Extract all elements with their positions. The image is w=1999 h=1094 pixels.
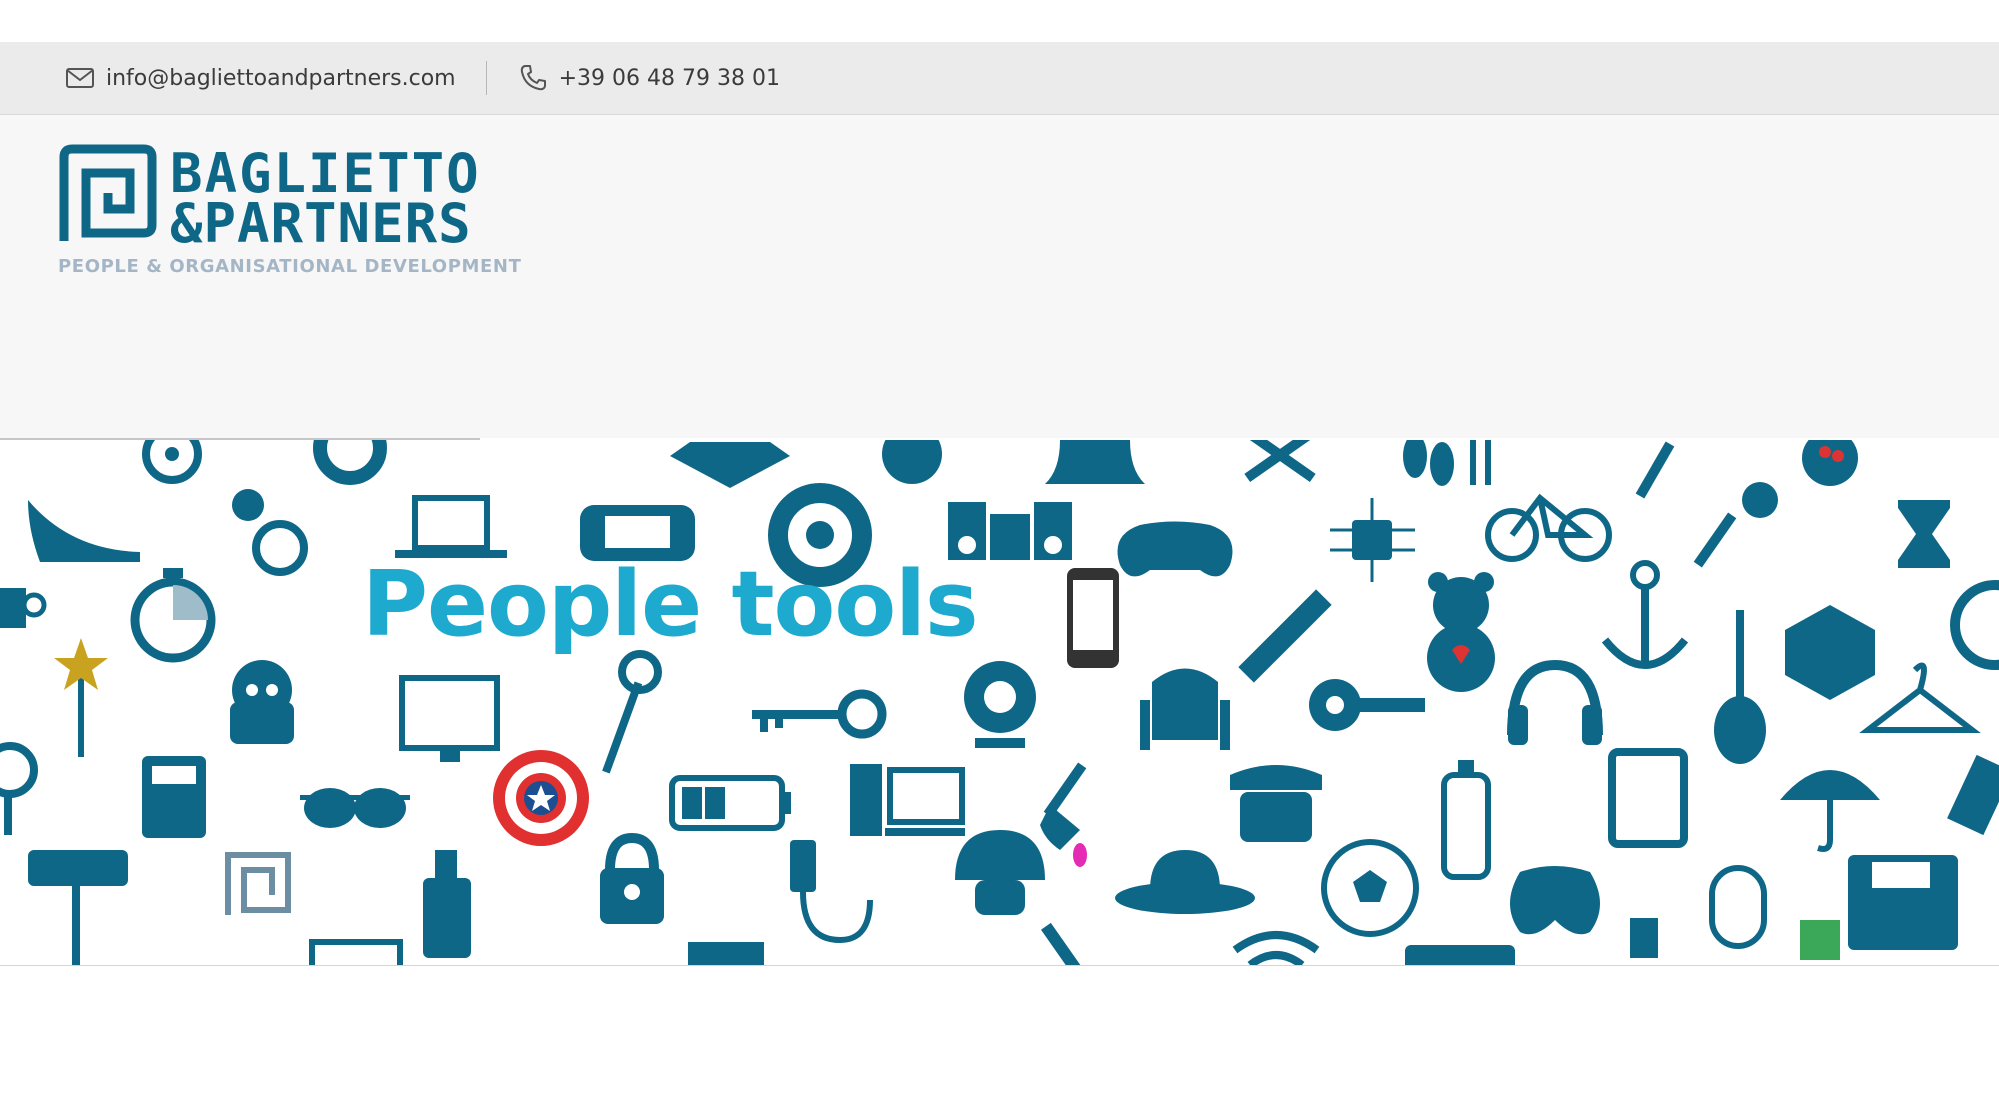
top-contact-bar: info@bagliettoandpartners.com +39 06 48 … xyxy=(0,42,1999,115)
gear-icon xyxy=(313,440,387,485)
bicycle-icon xyxy=(1485,493,1612,562)
hat-icon xyxy=(1115,850,1255,914)
gift-icon xyxy=(688,942,764,965)
phone-icon xyxy=(517,62,549,94)
game-controller-icon xyxy=(1117,521,1233,577)
robot-icon xyxy=(230,660,294,744)
email-link[interactable]: info@bagliettoandpartners.com xyxy=(64,62,456,94)
hourglass-icon xyxy=(1898,500,1950,568)
calculator-icon xyxy=(142,756,206,838)
logo-spiral-icon xyxy=(59,144,157,241)
magic-wand-icon xyxy=(54,638,108,757)
headphones-icon xyxy=(1507,659,1603,745)
phone-text: +39 06 48 79 38 01 xyxy=(558,65,780,91)
diamond-icon xyxy=(670,442,790,488)
key-right-icon xyxy=(1309,679,1425,731)
paint-roller-icon xyxy=(28,850,128,965)
telephone-icon xyxy=(1230,765,1322,842)
mug-icon xyxy=(0,588,47,628)
tablet-icon xyxy=(1608,748,1688,848)
soccer-ball-icon xyxy=(1321,839,1419,937)
banner-title: People tools xyxy=(362,552,979,657)
wrench-screwdriver-icon xyxy=(1244,440,1316,483)
circuit-chip-icon xyxy=(1330,498,1415,582)
guitar-icon xyxy=(1714,610,1766,764)
magnifier-icon xyxy=(0,742,38,835)
pencil-icon xyxy=(1238,589,1332,683)
battery-icon xyxy=(669,775,791,831)
floppy-disk-icon xyxy=(1848,855,1958,950)
razor-icon xyxy=(1947,754,1999,836)
mushroom-icon xyxy=(955,830,1045,915)
key-icon xyxy=(752,689,887,739)
anchor-icon xyxy=(1601,560,1689,669)
padlock-icon xyxy=(600,832,664,924)
webcam-icon xyxy=(964,661,1036,748)
mouse-icon xyxy=(1709,865,1767,949)
monitor-icon xyxy=(399,675,500,762)
phone-link[interactable]: +39 06 48 79 38 01 xyxy=(517,62,780,94)
envelope-pattern-icon xyxy=(309,939,403,965)
teddy-bear-icon xyxy=(1427,572,1495,692)
hanger-icon xyxy=(1859,662,1981,733)
email-text: info@bagliettoandpartners.com xyxy=(106,65,456,91)
wifi-icon xyxy=(1232,931,1320,965)
umbrella-icon xyxy=(1780,770,1880,852)
microphone-icon xyxy=(1693,482,1778,568)
gamepad-icon xyxy=(1510,866,1600,935)
plug-icon xyxy=(1630,918,1658,958)
toolbox-icon xyxy=(1405,945,1515,965)
ship-wheel-icon xyxy=(142,440,202,484)
contact-divider xyxy=(485,61,487,95)
comb-icon xyxy=(1041,922,1091,965)
spray-bottle-icon xyxy=(423,850,471,958)
high-heel-icon xyxy=(28,500,140,562)
baby-bottle-icon xyxy=(1441,760,1491,880)
cd-icon xyxy=(1950,580,1999,670)
r2d2-icon xyxy=(1140,668,1230,750)
scepter-icon xyxy=(602,650,662,774)
stopwatch-icon xyxy=(130,568,216,663)
toothbrush-icon xyxy=(1800,920,1840,960)
shield-star-icon xyxy=(493,750,589,846)
tools-icon-pattern xyxy=(0,440,1999,965)
paint-brush-icon xyxy=(1040,762,1087,867)
holly-icon xyxy=(1802,440,1858,486)
spiral-logo-icon xyxy=(225,852,291,915)
laptop-icon xyxy=(395,495,507,558)
rose-icon xyxy=(882,440,942,484)
logo-tagline: PEOPLE & ORGANISATIONAL DEVELOPMENT xyxy=(58,256,522,277)
desktop-computer-icon xyxy=(850,764,965,836)
usb-cable-icon xyxy=(790,840,873,944)
smartphone-icon xyxy=(1067,568,1119,668)
cutlery-icon xyxy=(1403,440,1491,486)
page-lower-area xyxy=(0,966,1999,1094)
logo-line2: &PARTNERS xyxy=(170,192,472,255)
wrench-icon xyxy=(1635,441,1675,499)
sunglasses-icon xyxy=(300,788,410,828)
pacifier-icon xyxy=(232,489,308,576)
site-header: BAGLIETTO &PARTNERS PEOPLE & ORGANISATIO… xyxy=(0,115,1999,438)
bell-icon xyxy=(1045,440,1145,484)
hero-slider[interactable]: People tools xyxy=(0,440,1999,965)
envelope-icon xyxy=(64,62,96,94)
lego-brick-icon xyxy=(1785,605,1875,700)
